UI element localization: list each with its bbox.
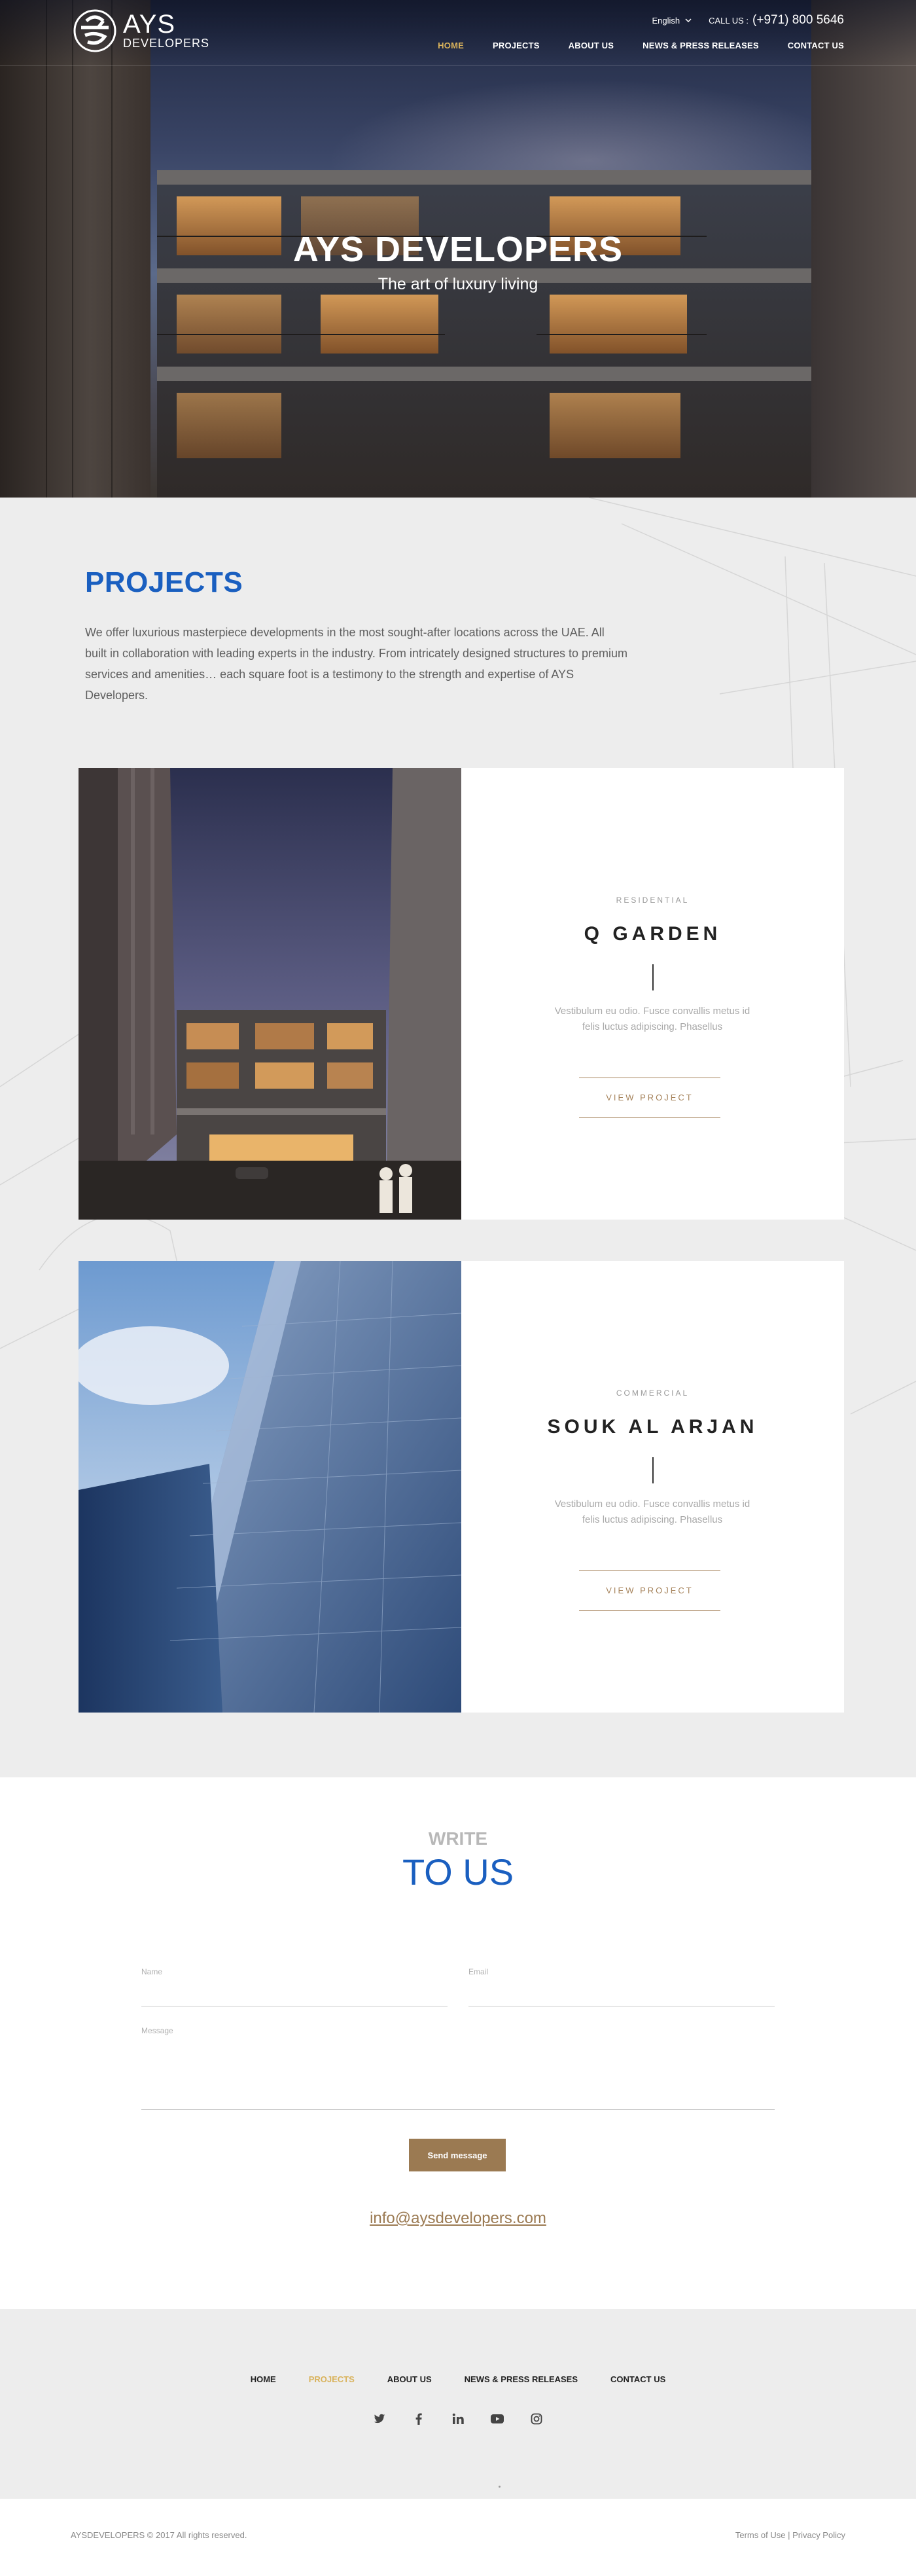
message-field[interactable]: Message (141, 2026, 775, 2110)
nav-projects[interactable]: PROJECTS (493, 41, 540, 50)
name-field[interactable]: Name (141, 1967, 448, 2006)
hero-subtitle: The art of luxury living (378, 275, 538, 293)
topbar: English CALL US : (+971) 800 5646 (652, 13, 844, 27)
nav-home[interactable]: HOME (438, 41, 464, 50)
footer-nav-projects[interactable]: PROJECTS (309, 2374, 355, 2384)
name-input[interactable] (141, 1982, 448, 1993)
project-name: Q GARDEN (584, 923, 722, 945)
logo-text: AYS DEVELOPERS (123, 10, 210, 50)
divider-vertical (652, 964, 654, 990)
project-category: RESIDENTIAL (616, 896, 690, 905)
hero-section: AYS DEVELOPERS English CALL US : (+971) … (0, 0, 916, 498)
name-label: Name (141, 1967, 163, 1976)
social-links (0, 2412, 916, 2425)
project-card: RESIDENTIAL Q GARDEN Vestibulum eu odio.… (79, 768, 844, 1220)
hero-building-main (157, 170, 818, 498)
copyright-text: AYSDEVELOPERS © 2017 All rights reserved… (71, 2530, 247, 2540)
language-selector[interactable]: English (652, 16, 692, 26)
projects-description: We offer luxurious masterpiece developme… (85, 626, 628, 702)
contact-heading-small: WRITE (428, 1828, 488, 1849)
language-label: English (652, 15, 680, 26)
logo-line2: DEVELOPERS (123, 37, 210, 50)
email-link[interactable]: info@aysdevelopers.com (370, 2209, 546, 2227)
project-info: RESIDENTIAL Q GARDEN Vestibulum eu odio.… (461, 768, 844, 1220)
project-info: COMMERCIAL SOUK AL ARJAN Vestibulum eu o… (461, 1261, 844, 1713)
facebook-icon[interactable] (412, 2412, 425, 2425)
building-render-image (79, 768, 461, 1220)
header-divider (0, 65, 916, 66)
tower-render-image (79, 1261, 461, 1713)
terms-of-use-link[interactable]: Terms of Use (735, 2530, 786, 2540)
footer-nav-news-press[interactable]: NEWS & PRESS RELEASES (465, 2374, 578, 2384)
main-nav: HOME PROJECTS ABOUT US NEWS & PRESS RELE… (438, 41, 844, 50)
divider-vertical (652, 1457, 654, 1483)
privacy-policy-link[interactable]: Privacy Policy (792, 2530, 845, 2540)
bottom-bar: AYSDEVELOPERS © 2017 All rights reserved… (0, 2499, 916, 2576)
hero-title: AYS DEVELOPERS (292, 230, 624, 269)
logo[interactable]: AYS DEVELOPERS (72, 8, 209, 54)
project-card: COMMERCIAL SOUK AL ARJAN Vestibulum eu o… (79, 1261, 844, 1713)
call-number: (+971) 800 5646 (752, 13, 844, 27)
call-us[interactable]: CALL US : (+971) 800 5646 (709, 13, 844, 27)
contact-section: WRITE TO US Name Email Message Send mess… (0, 1777, 916, 2309)
project-image-souk-al-arjan[interactable] (79, 1261, 461, 1713)
project-text: Vestibulum eu odio. Fusce convallis metu… (554, 1006, 750, 1032)
legal-separator: | (788, 2530, 790, 2540)
email-input[interactable] (468, 1982, 775, 1993)
message-input[interactable] (141, 2041, 775, 2103)
message-label: Message (141, 2026, 173, 2035)
footer-nav: HOME PROJECTS ABOUT US NEWS & PRESS RELE… (0, 2374, 916, 2384)
nav-about-us[interactable]: ABOUT US (569, 41, 614, 50)
twitter-icon[interactable] (373, 2412, 386, 2425)
youtube-icon[interactable] (491, 2412, 504, 2425)
logo-mark-icon (73, 9, 116, 52)
footer-nav-about-us[interactable]: ABOUT US (387, 2374, 432, 2384)
footer-nav-home[interactable]: HOME (251, 2374, 276, 2384)
nav-contact-us[interactable]: CONTACT US (788, 41, 844, 50)
email-field[interactable]: Email (468, 1967, 775, 2006)
linkedin-icon[interactable] (451, 2412, 465, 2425)
logo-line1: AYS (123, 10, 176, 39)
project-text: Vestibulum eu odio. Fusce convallis metu… (554, 1498, 750, 1525)
footer: HOME PROJECTS ABOUT US NEWS & PRESS RELE… (0, 2309, 916, 2499)
send-message-button[interactable]: Send message (409, 2139, 506, 2171)
project-category: COMMERCIAL (616, 1388, 690, 1398)
legal-links: Terms of Use | Privacy Policy (735, 2530, 845, 2540)
project-image-q-garden[interactable] (79, 768, 461, 1220)
contact-email: info@aysdevelopers.com (0, 2209, 916, 2228)
instagram-icon[interactable] (530, 2412, 543, 2425)
projects-heading: PROJECTS (85, 566, 243, 598)
footer-nav-contact-us[interactable]: CONTACT US (610, 2374, 665, 2384)
nav-news-press[interactable]: NEWS & PRESS RELEASES (643, 41, 759, 50)
chevron-down-icon (685, 18, 692, 22)
projects-section: PROJECTS We offer luxurious masterpiece … (0, 498, 916, 1777)
contact-heading-big: TO US (402, 1851, 514, 1893)
view-project-button[interactable]: VIEW PROJECT (579, 1570, 720, 1611)
view-project-button[interactable]: VIEW PROJECT (579, 1078, 720, 1118)
call-label: CALL US : (709, 15, 749, 26)
email-label: Email (468, 1967, 489, 1976)
project-name: SOUK AL ARJAN (547, 1416, 758, 1438)
